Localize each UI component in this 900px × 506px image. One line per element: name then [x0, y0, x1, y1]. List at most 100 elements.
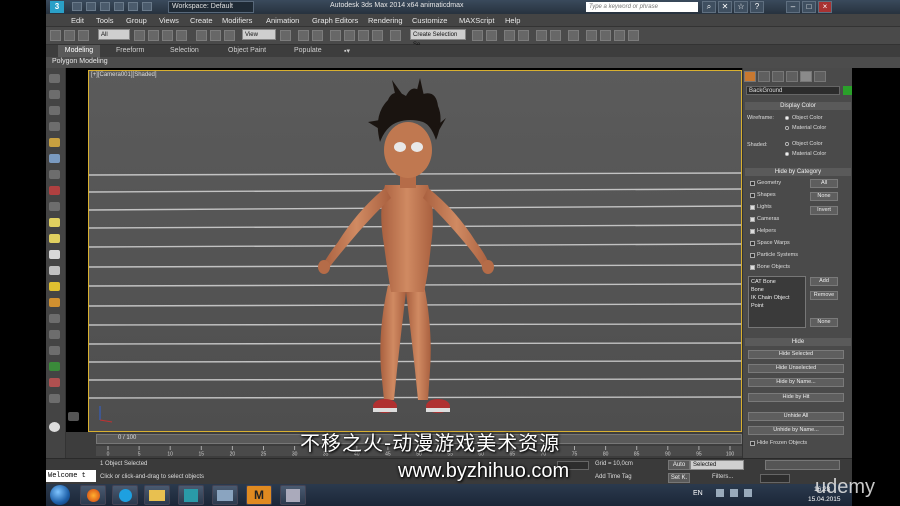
select-by-name-icon[interactable] — [148, 30, 159, 41]
tool-13-icon[interactable] — [49, 266, 60, 275]
tool-18-icon[interactable] — [49, 346, 60, 355]
graphite-toggle-icon[interactable] — [518, 30, 529, 41]
rendered-frame-icon[interactable] — [600, 30, 611, 41]
maxscript-listener[interactable]: Welcome t — [46, 470, 96, 482]
tool-21-icon[interactable] — [49, 394, 60, 403]
tool-3-icon[interactable] — [49, 106, 60, 115]
tool-19-icon[interactable] — [49, 362, 60, 371]
selection-filter-dropdown[interactable]: All — [98, 29, 130, 40]
tool-10-icon[interactable] — [49, 218, 60, 227]
space-warps-checkbox[interactable] — [750, 241, 755, 246]
explorer-icon[interactable] — [144, 485, 170, 505]
hide-rollout[interactable]: Hide — [745, 338, 851, 346]
tool-9-icon[interactable] — [49, 202, 60, 211]
invert-button[interactable]: Invert — [810, 206, 838, 215]
link-icon[interactable] — [78, 30, 89, 41]
close-button[interactable]: × — [818, 1, 832, 13]
angle-snap-icon[interactable] — [344, 30, 355, 41]
none-list-button[interactable]: None — [810, 318, 838, 327]
redo-tool-icon[interactable] — [64, 30, 75, 41]
tool-6-icon[interactable] — [49, 154, 60, 163]
shaded-material-color-radio[interactable] — [785, 152, 789, 156]
list-item[interactable]: Bone — [751, 287, 764, 293]
mirror-icon[interactable] — [472, 30, 483, 41]
menu-animation[interactable]: Animation — [266, 16, 299, 25]
cameras-checkbox[interactable] — [750, 217, 755, 222]
render-teapot-icon[interactable] — [628, 30, 639, 41]
tool-20-icon[interactable] — [49, 378, 60, 387]
add-time-tag[interactable]: Add Time Tag — [595, 474, 632, 480]
shaded-object-color-radio[interactable] — [785, 142, 789, 146]
tab-populate[interactable]: Populate — [294, 47, 322, 54]
menu-tools[interactable]: Tools — [96, 16, 114, 25]
exchange-icon[interactable]: ✕ — [718, 1, 732, 13]
remove-button[interactable]: Remove — [810, 291, 838, 300]
hierarchy-tab-icon[interactable] — [772, 71, 784, 82]
volume-icon[interactable] — [744, 489, 752, 497]
add-button[interactable]: Add — [810, 277, 838, 286]
menu-help[interactable]: Help — [505, 16, 520, 25]
undo-icon[interactable] — [114, 2, 124, 11]
hide-by-category-rollout[interactable]: Hide by Category — [745, 168, 851, 176]
unhide-all-button[interactable]: Unhide All — [748, 412, 844, 421]
list-item[interactable]: Point — [751, 303, 764, 309]
star-icon[interactable]: ☆ — [734, 1, 748, 13]
tab-object-paint[interactable]: Object Paint — [228, 47, 266, 54]
key-filter-dropdown[interactable]: Selected — [690, 460, 744, 470]
minimize-button[interactable]: – — [786, 1, 800, 13]
viewport-label[interactable]: [+][Camera001][Shaded] — [91, 72, 157, 78]
app-logo-icon[interactable]: 3 — [50, 1, 64, 13]
list-item[interactable]: CAT Bone — [751, 279, 776, 285]
particle-systems-checkbox[interactable] — [750, 253, 755, 258]
wireframe-object-color-radio[interactable] — [785, 116, 789, 120]
display-tab-icon[interactable] — [800, 71, 812, 82]
render-setup-icon[interactable] — [586, 30, 597, 41]
undo-tool-icon[interactable] — [50, 30, 61, 41]
tab-selection[interactable]: Selection — [170, 47, 199, 54]
named-selection-dropdown[interactable]: Create Selection Se — [410, 29, 466, 48]
select-manipulate-icon[interactable] — [298, 30, 309, 41]
ribbon-options-icon[interactable]: ▪▾ — [344, 47, 350, 55]
material-editor-icon[interactable] — [568, 30, 579, 41]
new-file-icon[interactable] — [72, 2, 82, 11]
menu-modifiers[interactable]: Modifiers — [222, 16, 252, 25]
search-icon[interactable]: ⌕ — [702, 1, 716, 13]
motion-tab-icon[interactable] — [786, 71, 798, 82]
tool-15-icon[interactable] — [49, 298, 60, 307]
start-button[interactable] — [50, 485, 70, 505]
workspace-dropdown[interactable]: Workspace: Default — [168, 1, 254, 13]
lights-checkbox[interactable] — [750, 205, 755, 210]
select-object-icon[interactable] — [134, 30, 145, 41]
tool-1-icon[interactable] — [49, 74, 60, 83]
playback-controls[interactable] — [765, 460, 840, 470]
unhide-by-name-button[interactable]: Unhide by Name... — [748, 426, 844, 435]
menu-maxscript[interactable]: MAXScript — [459, 16, 494, 25]
auto-key-button[interactable]: Auto — [668, 460, 690, 470]
utilities-tab-icon[interactable] — [814, 71, 826, 82]
spinner-snap-icon[interactable] — [372, 30, 383, 41]
search-input[interactable]: Type a keyword or phrase — [586, 2, 698, 12]
display-color-rollout[interactable]: Display Color — [745, 102, 851, 110]
redo-icon[interactable] — [128, 2, 138, 11]
current-frame-field[interactable] — [760, 474, 790, 483]
tool-11-icon[interactable] — [49, 234, 60, 243]
menu-graph-editors[interactable]: Graph Editors — [312, 16, 358, 25]
tool-17-icon[interactable] — [49, 330, 60, 339]
percent-snap-icon[interactable] — [358, 30, 369, 41]
tab-freeform[interactable]: Freeform — [116, 47, 144, 54]
tool-14-icon[interactable] — [49, 282, 60, 291]
geometry-checkbox[interactable] — [750, 181, 755, 186]
scale-icon[interactable] — [224, 30, 235, 41]
tools-icon[interactable] — [280, 485, 306, 505]
helpers-checkbox[interactable] — [750, 229, 755, 234]
3dsmax-icon[interactable] — [178, 485, 204, 505]
firefox-icon[interactable] — [80, 485, 106, 505]
object-color-swatch[interactable] — [843, 86, 852, 95]
bone-objects-checkbox[interactable] — [750, 265, 755, 270]
none-button[interactable]: None — [810, 192, 838, 201]
polygon-modeling-panel[interactable]: Polygon Modeling — [52, 58, 108, 65]
network-icon[interactable] — [730, 489, 738, 497]
maximize-button[interactable]: □ — [802, 1, 816, 13]
edit-named-selection-icon[interactable] — [390, 30, 401, 41]
maya-icon[interactable]: M — [246, 485, 272, 505]
